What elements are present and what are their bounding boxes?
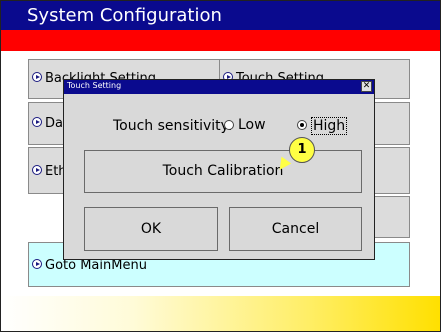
touch-sensitivity-label: Touch sensitivity: [113,118,233,134]
touch-calibration-button[interactable]: Touch Calibration [84,150,362,193]
ok-button[interactable]: OK [84,207,218,251]
radio-high-label: High [311,117,348,135]
red-band [1,30,440,51]
cancel-button[interactable]: Cancel [229,207,362,251]
dialog-title-bar: Touch Setting ✕ [64,80,374,94]
radio-high-circle [297,120,307,130]
bullet-icon [32,117,42,127]
close-icon[interactable]: ✕ [361,81,372,92]
radio-low-label: Low [238,117,266,133]
touch-setting-dialog: Touch Setting ✕ Touch sensitivity: Low H… [63,79,375,260]
cancel-label: Cancel [271,221,320,237]
bullet-icon [32,72,42,82]
bottom-gradient-bar [1,296,440,331]
bullet-icon [32,165,42,175]
touch-calibration-label: Touch Calibration [162,163,284,179]
page-title: System Configuration [27,5,222,26]
title-bar: System Configuration [1,1,440,30]
screen-frame: System Configuration Backlight Setting T… [0,0,441,332]
callout-badge: 1 [289,137,315,163]
ok-label: OK [140,221,162,237]
bullet-icon [32,259,42,269]
radio-low-circle [224,120,234,130]
goto-mainmenu-label: Goto MainMenu [45,258,147,273]
dialog-title: Touch Setting [67,81,122,90]
